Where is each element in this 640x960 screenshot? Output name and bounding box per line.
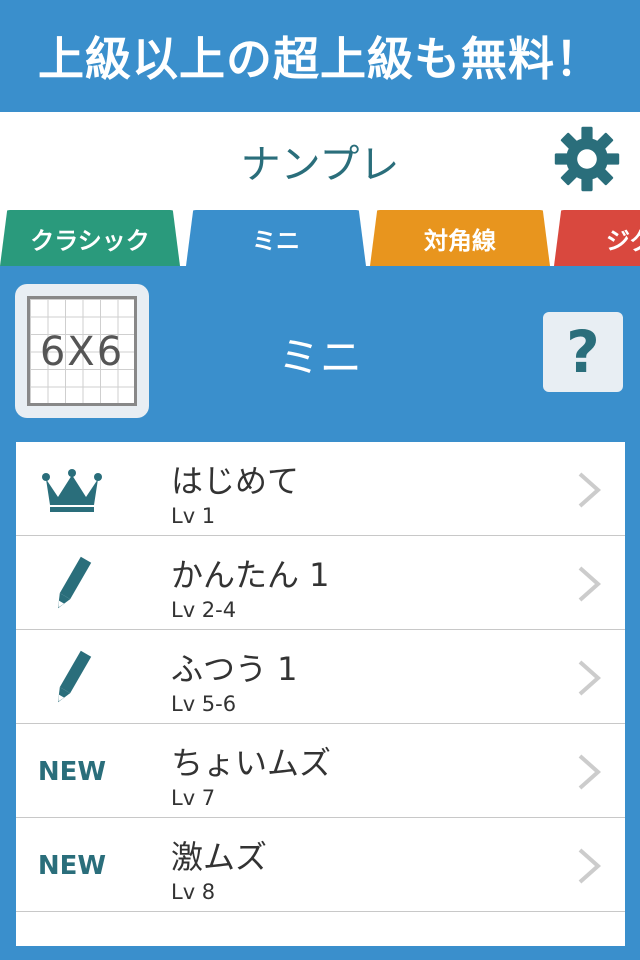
level-range: Lv 5-6 [171, 692, 237, 716]
pencil-icon [34, 556, 110, 612]
app-title: ナンプレ [240, 142, 400, 188]
promo-banner[interactable]: 上級以上の超上級も無料！ [0, 0, 640, 112]
board-size-label: 6X6 [39, 329, 125, 375]
level-row-gekimuzu[interactable]: NEW 激ムズ Lv 8 [16, 818, 625, 912]
new-badge: NEW [37, 851, 107, 881]
board-size-icon: 6X6 [15, 284, 149, 418]
level-title: はじめて [171, 462, 300, 500]
help-button[interactable]: ? [543, 312, 623, 392]
category-tabs: クラシック ミニ 対角線 ジグ [0, 210, 640, 266]
level-row-kantan[interactable]: かんたん 1 Lv 2-4 [16, 536, 625, 630]
chevron-right-icon [578, 754, 602, 790]
level-title: ちょいムズ [171, 744, 332, 782]
chevron-right-icon [578, 472, 602, 508]
level-row-choimuzu[interactable]: NEW ちょいムズ Lv 7 [16, 724, 625, 818]
level-row-futsuu[interactable]: ふつう 1 Lv 5-6 [16, 630, 625, 724]
level-range: Lv 7 [171, 786, 216, 810]
chevron-right-icon [578, 566, 602, 602]
tab-label: ミニ [252, 226, 300, 255]
tab-label: クラシック [30, 226, 150, 255]
level-title: ふつう 1 [171, 650, 298, 688]
tab-jigsaw[interactable]: ジグ [554, 210, 640, 266]
promo-banner-text: 上級以上の超上級も無料！ [38, 32, 602, 86]
level-range: Lv 8 [171, 880, 216, 904]
tab-mini[interactable]: ミニ [186, 210, 366, 266]
pencil-icon [34, 650, 110, 706]
level-title: かんたん 1 [171, 556, 330, 594]
grid-icon: 6X6 [27, 296, 137, 406]
level-list: はじめて Lv 1 かんたん 1 Lv 2-4 ふつう 1 Lv 5-6 NEW… [16, 442, 625, 946]
section-title: ミニ [277, 333, 362, 382]
level-row-hajimete[interactable]: はじめて Lv 1 [16, 442, 625, 536]
gear-icon[interactable] [552, 124, 622, 194]
level-title: 激ムズ [171, 838, 268, 876]
chevron-right-icon [578, 660, 602, 696]
level-range: Lv 1 [171, 504, 216, 528]
tab-label: 対角線 [424, 226, 496, 255]
app-header: ナンプレ [0, 112, 640, 210]
new-badge: NEW [37, 757, 107, 787]
main-content: 6X6 ミニ ? はじめて Lv 1 かんたん 1 Lv 2-4 ふつう 1 L… [0, 266, 640, 960]
chevron-right-icon [578, 848, 602, 884]
tab-classic[interactable]: クラシック [0, 210, 180, 266]
crown-icon [34, 462, 110, 518]
level-range: Lv 2-4 [171, 598, 237, 622]
tab-label: ジグ [606, 226, 640, 255]
tab-diagonal[interactable]: 対角線 [370, 210, 550, 266]
question-mark-icon: ? [566, 318, 600, 386]
